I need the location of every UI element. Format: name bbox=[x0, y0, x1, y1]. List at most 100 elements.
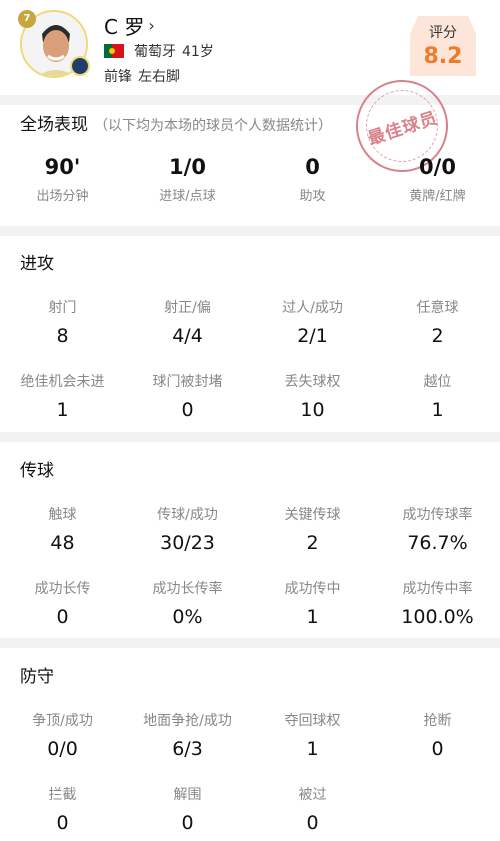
overview-stat: 1/0 进球/点球 bbox=[125, 155, 250, 204]
stat-value: 1 bbox=[306, 606, 319, 628]
stat-value: 1 bbox=[306, 738, 319, 760]
defense-stats: 争顶/成功 0/0 地面争抢/成功 6/3 夺回球权 1 抢断 0 拦截 0 解围 0 被过… bbox=[0, 710, 500, 841]
stat-label: 成功长传 bbox=[34, 581, 91, 597]
attack-stat: 射门 8 bbox=[0, 297, 125, 371]
passing-stat: 触球 48 bbox=[0, 504, 125, 578]
defense-stat: 拦截 0 bbox=[0, 784, 125, 841]
player-avatar-wrap[interactable]: 7 bbox=[18, 10, 90, 78]
stat-value: 10 bbox=[300, 399, 325, 421]
stat-value: 2 bbox=[306, 532, 319, 554]
defense-stat: 地面争抢/成功 6/3 bbox=[125, 710, 250, 784]
stat-label: 夺回球权 bbox=[284, 713, 341, 729]
stat-value: 0/0 bbox=[419, 155, 456, 179]
overview-stat: 90' 出场分钟 bbox=[0, 155, 125, 204]
passing-stat: 关键传球 2 bbox=[250, 504, 375, 578]
stat-value: 1 bbox=[431, 399, 444, 421]
portugal-flag-icon bbox=[104, 44, 124, 58]
stat-label: 绝佳机会未进 bbox=[20, 374, 105, 390]
stat-value: 0/0 bbox=[47, 738, 78, 760]
stat-label: 进球/点球 bbox=[159, 189, 216, 204]
rating-label: 评分 bbox=[429, 25, 457, 41]
defense-stat: 夺回球权 1 bbox=[250, 710, 375, 784]
stat-value: 0 bbox=[306, 812, 319, 834]
stat-value: 1 bbox=[56, 399, 69, 421]
stat-label: 过人/成功 bbox=[282, 300, 343, 316]
defense-stat: 解围 0 bbox=[125, 784, 250, 841]
player-foot: 左右脚 bbox=[138, 69, 180, 85]
stat-label: 球门被封堵 bbox=[152, 374, 223, 390]
stat-value: 0 bbox=[305, 155, 320, 179]
stat-label: 丢失球权 bbox=[284, 374, 341, 390]
player-country: 葡萄牙 bbox=[134, 44, 176, 60]
passing-title: 传球 bbox=[20, 461, 54, 481]
overview-stat: 0/0 黄牌/红牌 bbox=[375, 155, 500, 204]
stat-label: 出场分钟 bbox=[36, 189, 89, 204]
stat-value: 2 bbox=[431, 325, 444, 347]
attack-stat: 任意球 2 bbox=[375, 297, 500, 371]
player-header: 7 C 罗 › 葡萄牙 41岁 前锋 左右脚 评分 8.2 bbox=[0, 0, 500, 95]
overview-title: 全场表现 bbox=[20, 115, 88, 135]
player-name: C 罗 bbox=[104, 15, 145, 39]
stat-value: 0 bbox=[431, 738, 444, 760]
passing-stat: 成功传球率 76.7% bbox=[375, 504, 500, 578]
club-logo-icon bbox=[70, 56, 90, 76]
stat-label: 拦截 bbox=[48, 787, 77, 803]
stat-value: 30/23 bbox=[160, 532, 215, 554]
stat-label: 成功长传率 bbox=[152, 581, 223, 597]
stat-label: 解围 bbox=[173, 787, 202, 803]
overview-stat: 0 助攻 bbox=[250, 155, 375, 204]
stat-value: 90' bbox=[44, 155, 81, 179]
attack-stats: 射门 8 射正/偏 4/4 过人/成功 2/1 任意球 2 绝佳机会未进 1 球门被封堵 0… bbox=[0, 297, 500, 445]
stat-value: 8 bbox=[56, 325, 69, 347]
rating-value: 8.2 bbox=[423, 44, 463, 69]
rating-badge: 评分 8.2 bbox=[410, 16, 476, 76]
section-divider bbox=[0, 226, 500, 236]
stat-label: 成功传中率 bbox=[402, 581, 473, 597]
stat-label: 传球/成功 bbox=[157, 507, 218, 523]
stat-value: 76.7% bbox=[407, 532, 468, 554]
defense-stat: 争顶/成功 0/0 bbox=[0, 710, 125, 784]
defense-stat: 被过 0 bbox=[250, 784, 375, 841]
stat-label: 黄牌/红牌 bbox=[409, 189, 466, 204]
passing-stat: 传球/成功 30/23 bbox=[125, 504, 250, 578]
player-name-link[interactable]: C 罗 › bbox=[104, 11, 155, 40]
stat-label: 成功传中 bbox=[284, 581, 341, 597]
stat-label: 射正/偏 bbox=[164, 300, 211, 316]
section-divider bbox=[0, 432, 500, 442]
stat-label: 争顶/成功 bbox=[32, 713, 93, 729]
stat-value: 0 bbox=[181, 812, 194, 834]
attack-stat: 过人/成功 2/1 bbox=[250, 297, 375, 371]
stat-value: 6/3 bbox=[172, 738, 203, 760]
stat-label: 任意球 bbox=[416, 300, 459, 316]
stat-value: 48 bbox=[50, 532, 75, 554]
overview-title-row: 全场表现 （以下均为本场的球员个人数据统计） bbox=[20, 110, 332, 135]
stat-label: 助攻 bbox=[299, 189, 326, 204]
stat-value: 2/1 bbox=[297, 325, 328, 347]
stat-label: 被过 bbox=[298, 787, 327, 803]
stat-value: 4/4 bbox=[172, 325, 203, 347]
stat-label: 触球 bbox=[48, 507, 77, 523]
stat-label: 地面争抢/成功 bbox=[143, 713, 232, 729]
defense-title: 防守 bbox=[20, 667, 54, 687]
stat-value: 0 bbox=[56, 606, 69, 628]
attack-stat: 射正/偏 4/4 bbox=[125, 297, 250, 371]
stat-label: 成功传球率 bbox=[402, 507, 473, 523]
player-position: 前锋 bbox=[104, 69, 132, 85]
section-divider bbox=[0, 638, 500, 648]
stat-value: 1/0 bbox=[169, 155, 206, 179]
stat-label: 抢断 bbox=[423, 713, 452, 729]
stat-label: 越位 bbox=[423, 374, 452, 390]
stat-label: 关键传球 bbox=[284, 507, 341, 523]
attack-title: 进攻 bbox=[20, 254, 54, 274]
jersey-number-badge: 7 bbox=[18, 10, 36, 28]
overview-subtitle: （以下均为本场的球员个人数据统计） bbox=[94, 118, 332, 134]
stat-value: 100.0% bbox=[401, 606, 474, 628]
stat-value: 0 bbox=[181, 399, 194, 421]
stat-label: 射门 bbox=[48, 300, 77, 316]
defense-stat: 抢断 0 bbox=[375, 710, 500, 784]
overview-stats: 90' 出场分钟 1/0 进球/点球 0 助攻 0/0 黄牌/红牌 bbox=[0, 155, 500, 204]
stat-value: 0 bbox=[56, 812, 69, 834]
stat-value: 0% bbox=[172, 606, 203, 628]
passing-stats: 触球 48 传球/成功 30/23 关键传球 2 成功传球率 76.7% 成功长传 0 成… bbox=[0, 504, 500, 652]
chevron-right-icon: › bbox=[148, 16, 155, 35]
